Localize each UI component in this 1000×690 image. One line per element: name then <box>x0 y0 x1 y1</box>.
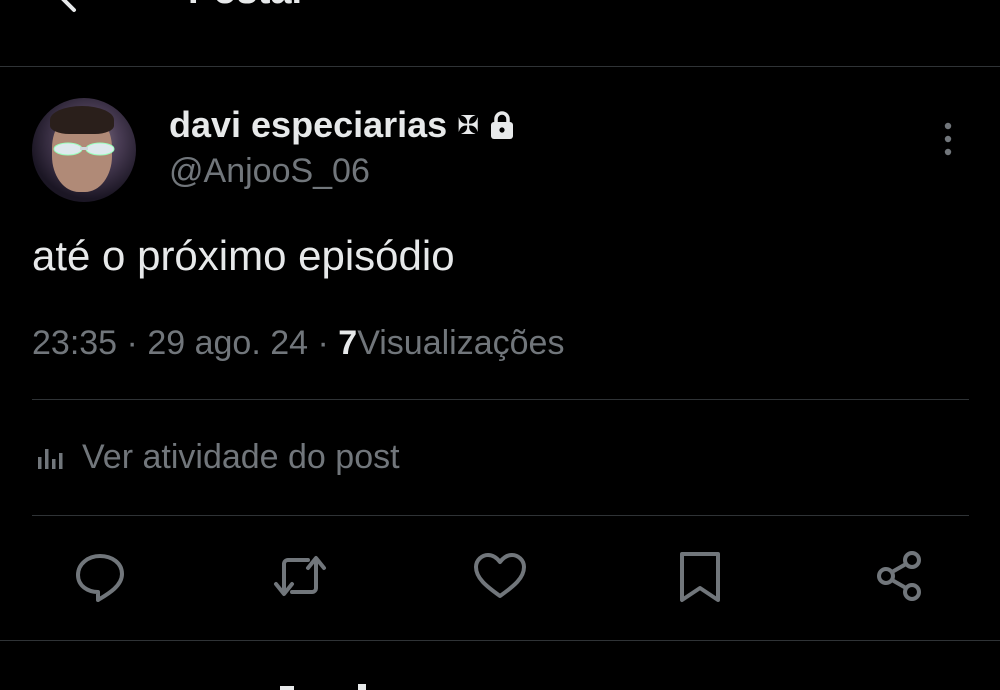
post-meta: 23:35 · 29 ago. 24 · 7Visualizações <box>32 324 564 363</box>
views-label: Visualizações <box>357 324 565 362</box>
author-handle[interactable]: @AnjooS_06 <box>169 152 370 191</box>
author-name-row[interactable]: davi especiarias ✠ <box>169 104 515 146</box>
page-title: Postar <box>188 0 306 13</box>
top-bar: Postar <box>0 0 1000 67</box>
more-options-button[interactable] <box>936 120 960 160</box>
next-section-peek <box>280 684 366 690</box>
avatar-hair <box>50 106 114 134</box>
avatar-glasses <box>53 142 115 156</box>
divider <box>32 515 969 516</box>
share-icon <box>877 551 921 601</box>
reply-button[interactable] <box>72 548 128 604</box>
meta-separator: · <box>126 324 138 362</box>
share-button[interactable] <box>872 548 928 604</box>
activity-label: Ver atividade do post <box>82 438 400 476</box>
heart-icon <box>474 553 526 598</box>
action-bar <box>0 548 1000 612</box>
repost-button[interactable] <box>272 548 328 604</box>
cross-symbol: ✠ <box>457 109 479 140</box>
post-time[interactable]: 23:35 <box>32 324 117 362</box>
bookmark-icon <box>680 552 720 602</box>
avatar[interactable] <box>32 98 136 202</box>
views-count: 7 <box>338 324 358 362</box>
lock-icon <box>491 111 513 139</box>
like-button[interactable] <box>472 548 528 604</box>
back-button[interactable] <box>48 0 88 18</box>
post-date[interactable]: 29 ago. 24 <box>147 324 308 362</box>
arrow-left-icon <box>61 0 76 12</box>
post-text: até o próximo episódio <box>32 232 455 279</box>
post-activity-link[interactable]: Ver atividade do post <box>36 438 400 477</box>
repost-icon <box>274 556 326 596</box>
meta-separator: · <box>317 324 329 362</box>
bookmark-button[interactable] <box>672 548 728 604</box>
author-display-name[interactable]: davi especiarias <box>169 104 447 146</box>
reply-icon <box>76 554 124 602</box>
divider <box>0 640 1000 641</box>
more-vertical-icon <box>944 122 952 156</box>
analytics-icon <box>38 448 63 469</box>
divider <box>32 399 969 400</box>
